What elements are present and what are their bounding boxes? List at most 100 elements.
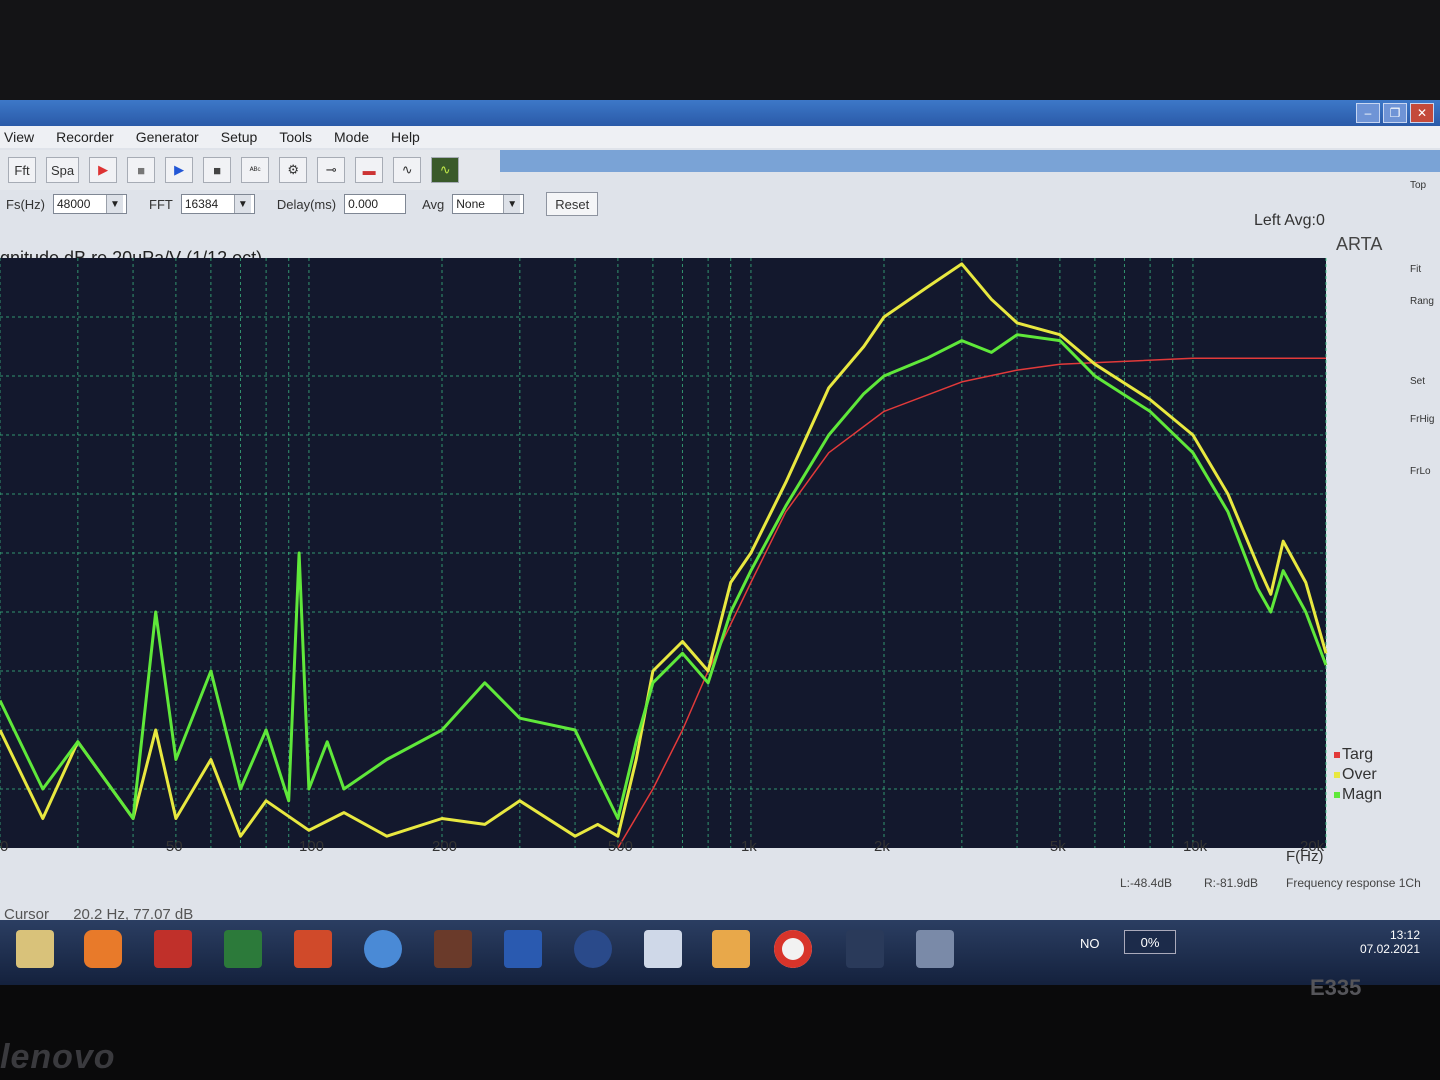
x-tick-label: 1k xyxy=(740,838,757,855)
screen: – ❐ ✕ View Recorder Generator Setup Tool… xyxy=(0,100,1440,985)
legend-label: Magn xyxy=(1342,786,1383,803)
menu-view[interactable]: View xyxy=(4,129,34,145)
x-tick-label: 10k xyxy=(1182,838,1208,855)
fft-button[interactable]: Fft xyxy=(8,157,36,183)
toolbar-strip xyxy=(500,150,1440,172)
delay-label: Delay(ms) xyxy=(276,196,337,212)
abc-icon[interactable]: ᴬᴮᶜ xyxy=(241,157,270,183)
clock[interactable]: 13:12 07.02.2021 xyxy=(1360,928,1420,956)
status-left-level: L:-48.4dB xyxy=(1120,876,1173,890)
avg-count: Avg:0 xyxy=(1284,212,1325,229)
menu-generator[interactable]: Generator xyxy=(136,129,199,145)
monitor-bezel-bottom xyxy=(0,985,1440,1080)
reset-button[interactable]: Reset xyxy=(546,192,599,216)
window-controls: – ❐ ✕ xyxy=(1356,103,1434,123)
minimize-icon[interactable]: – xyxy=(1356,103,1380,123)
legend-label: Over xyxy=(1342,766,1377,783)
menu-help[interactable]: Help xyxy=(391,129,420,145)
menu-recorder[interactable]: Recorder xyxy=(56,129,114,145)
side-set-button[interactable]: Set xyxy=(1410,376,1425,387)
channel-info: Left Avg:0 xyxy=(1254,212,1325,230)
menu-tools[interactable]: Tools xyxy=(279,129,312,145)
fs-value: 48000 xyxy=(57,197,91,211)
battery-indicator[interactable]: 0% xyxy=(1124,930,1176,954)
chevron-down-icon[interactable]: ▼ xyxy=(503,195,521,213)
settings-icon[interactable]: ⚙ xyxy=(279,157,308,183)
language-indicator[interactable]: NO xyxy=(1080,936,1100,951)
side-range-label: Rang xyxy=(1410,296,1434,307)
steps-icon[interactable] xyxy=(916,930,954,968)
plot-canvas[interactable] xyxy=(0,238,1330,858)
fft-value: 16384 xyxy=(184,197,219,211)
x-tick-label: 50 xyxy=(165,838,183,855)
explorer-icon[interactable] xyxy=(16,930,54,968)
play-icon[interactable]: ▶ xyxy=(165,157,194,183)
fft-select[interactable]: 16384 ▼ xyxy=(180,194,255,214)
x-tick-label: 100 xyxy=(298,838,324,855)
fft-label: FFT xyxy=(149,196,173,212)
legend-swatch xyxy=(1334,791,1340,798)
chevron-down-icon[interactable]: ▼ xyxy=(106,195,123,213)
probe-icon[interactable]: ⊸ xyxy=(317,157,346,183)
clock-date: 07.02.2021 xyxy=(1359,942,1420,956)
fortinet-icon[interactable] xyxy=(154,930,192,968)
legend-swatch xyxy=(1334,751,1340,758)
status-mode: Frequency response 1Ch xyxy=(1286,876,1421,890)
x-tick-label: 0 xyxy=(0,838,9,855)
model-label: E335 xyxy=(1310,975,1362,1000)
plot-legend: Targ Over Magn xyxy=(1334,745,1382,805)
channel-label: Left xyxy=(1254,212,1281,229)
x-tick-label: 2k xyxy=(874,838,890,855)
side-fit-button[interactable]: Fit xyxy=(1410,264,1421,275)
side-panel: Top Fit Rang Set FrHig FrLo xyxy=(1410,180,1440,580)
browser-icon[interactable] xyxy=(364,930,402,968)
legend-magn: Magn xyxy=(1334,785,1382,805)
x-tick-label: 500 xyxy=(607,838,633,855)
menu-mode[interactable]: Mode xyxy=(334,129,369,145)
menu-setup[interactable]: Setup xyxy=(221,129,258,145)
legend-label: Targ xyxy=(1342,746,1374,763)
clock-time: 13:12 xyxy=(1389,928,1420,942)
legend-swatch xyxy=(1334,771,1340,778)
word-icon[interactable] xyxy=(504,930,542,968)
outlook-icon[interactable] xyxy=(712,930,750,968)
refresh-app-icon[interactable] xyxy=(774,930,812,968)
avg-label: Avg xyxy=(422,196,445,212)
excel-icon[interactable] xyxy=(224,930,262,968)
side-frlow-label: FrLo xyxy=(1410,466,1431,477)
scope-icon[interactable]: ∿ xyxy=(393,157,422,183)
media-player-icon[interactable] xyxy=(84,930,122,968)
taskbar: NO 0% 13:12 07.02.2021 xyxy=(0,920,1440,985)
app-icon[interactable] xyxy=(644,930,682,968)
powerpoint-icon[interactable] xyxy=(294,930,332,968)
x-axis-title: F(Hz) xyxy=(1286,848,1324,865)
title-bar: – ❐ ✕ xyxy=(0,100,1440,126)
menu-bar: View Recorder Generator Setup Tools Mode… xyxy=(0,126,1440,148)
close-icon[interactable]: ✕ xyxy=(1410,103,1434,123)
brand-logo: lenovo xyxy=(0,1038,116,1076)
stop-icon[interactable]: ■ xyxy=(203,157,232,183)
fs-select[interactable]: 48000 ▼ xyxy=(53,194,127,214)
frequency-plot[interactable] xyxy=(0,238,1330,858)
restore-icon[interactable]: ❐ xyxy=(1383,103,1407,123)
settings-toolbar: Fs(Hz) 48000 ▼ FFT 16384 ▼ Delay(ms) 0.0… xyxy=(0,190,1420,218)
status-right-level: R:-81.9dB xyxy=(1204,876,1259,890)
fs-label: Fs(Hz) xyxy=(6,196,45,212)
xa-icon[interactable] xyxy=(434,930,472,968)
spa-button[interactable]: Spa xyxy=(46,157,80,183)
sonos-icon[interactable] xyxy=(574,930,612,968)
stop-record-icon[interactable]: ■ xyxy=(127,157,156,183)
spectrum-icon[interactable]: ▬ xyxy=(355,157,384,183)
legend-targ: Targ xyxy=(1334,745,1382,765)
side-top-button[interactable]: Top xyxy=(1410,180,1426,191)
delay-input[interactable]: 0.000 xyxy=(344,194,407,214)
chart-icon[interactable]: ∿ xyxy=(431,157,460,183)
legend-over: Over xyxy=(1334,765,1382,785)
chevron-down-icon[interactable]: ▼ xyxy=(233,195,251,213)
record-icon[interactable]: ▶ xyxy=(89,157,118,183)
x-tick-label: 5k xyxy=(1049,838,1066,855)
avg-select[interactable]: None ▼ xyxy=(452,194,525,214)
arta-logo: ARTA xyxy=(1336,234,1383,254)
lightning-icon[interactable] xyxy=(846,930,884,968)
avg-value: None xyxy=(456,197,485,211)
